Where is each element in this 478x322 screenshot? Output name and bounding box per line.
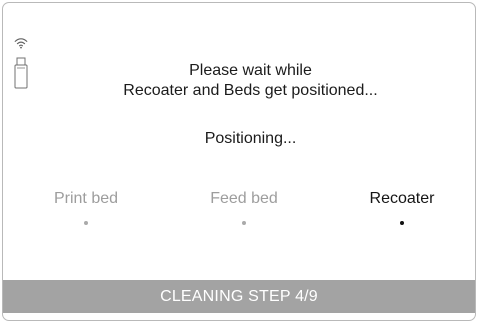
step-print-bed: Print bed: [23, 189, 149, 237]
step-recoater: Recoater: [339, 189, 465, 237]
step-print-bed-indicator: [84, 221, 88, 225]
wait-message-line-1: Please wait while: [189, 62, 312, 79]
step-recoater-label: Recoater: [369, 190, 435, 207]
cleaning-steps: Print bed Feed bed Recoater: [17, 189, 475, 237]
step-print-bed-label: Print bed: [53, 190, 119, 207]
status-icons: [14, 37, 38, 90]
wifi-icon: [14, 38, 28, 49]
step-feed-bed-label: Feed bed: [210, 190, 278, 207]
wait-message: Please wait while Recoater and Beds get …: [63, 61, 438, 101]
cleaning-step-footer: CLEANING STEP 4/9: [3, 280, 475, 313]
wait-message-line-2: Recoater and Beds get positioned...: [123, 82, 378, 99]
positioning-status: Positioning...: [204, 130, 297, 147]
step-feed-bed-indicator: [242, 221, 246, 225]
step-recoater-indicator: [400, 221, 404, 225]
cleaning-screen: Please wait while Recoater and Beds get …: [2, 2, 476, 321]
step-feed-bed: Feed bed: [181, 189, 307, 237]
usb-icon: [14, 57, 28, 89]
